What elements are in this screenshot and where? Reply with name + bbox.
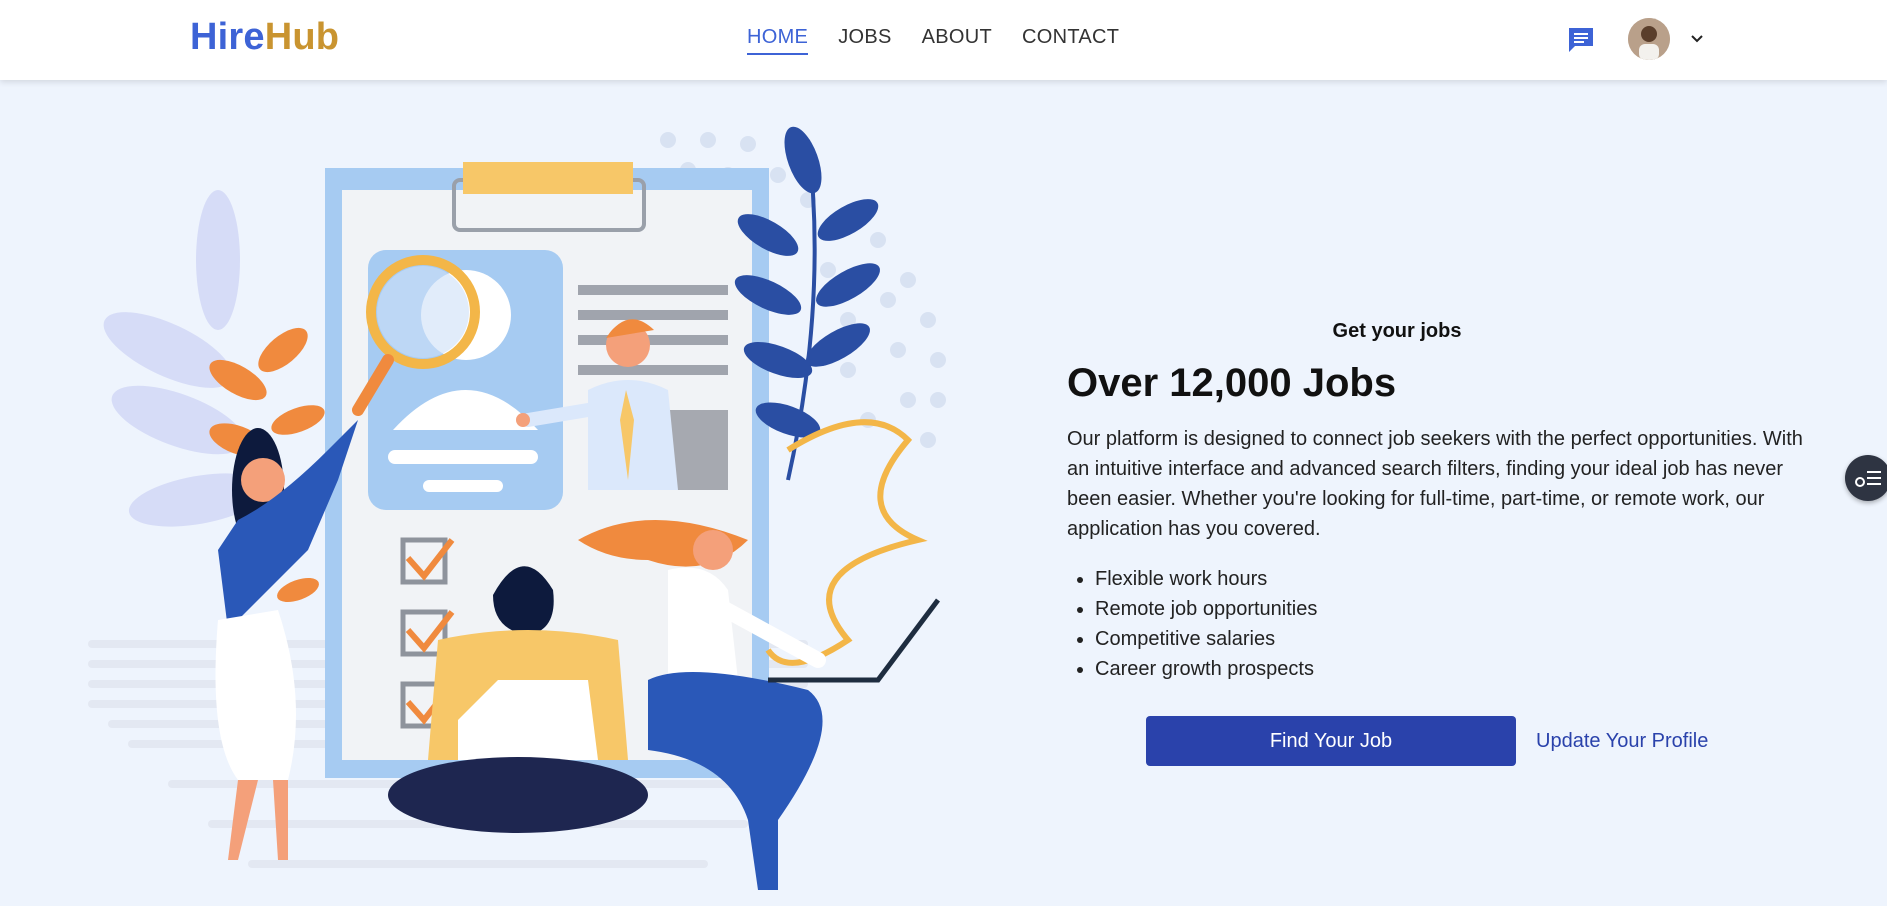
brand-logo[interactable]: HireHub	[190, 16, 339, 59]
feature-item: Flexible work hours	[1095, 564, 1807, 594]
feature-item: Competitive salaries	[1095, 624, 1807, 654]
nav-jobs[interactable]: JOBS	[838, 26, 891, 55]
brand-name-part1: Hire	[190, 16, 265, 58]
cta-row: Find Your Job Update Your Profile	[1146, 716, 1708, 766]
chat-icon[interactable]	[1565, 24, 1597, 56]
hero-illustration	[88, 126, 946, 890]
brand-name-part2: Hub	[264, 16, 340, 58]
feature-item: Remote job opportunities	[1095, 594, 1807, 624]
nav-home[interactable]: HOME	[747, 26, 809, 55]
feature-item: Career growth prospects	[1095, 654, 1807, 684]
settings-list-icon	[1855, 471, 1881, 487]
hero-description: Our platform is designed to connect job …	[1067, 428, 1803, 540]
avatar[interactable]	[1628, 18, 1670, 60]
chevron-down-icon[interactable]	[1688, 30, 1706, 48]
nav-contact[interactable]: CONTACT	[1022, 26, 1119, 55]
floating-menu-button[interactable]	[1845, 455, 1887, 501]
update-profile-link[interactable]: Update Your Profile	[1536, 730, 1708, 753]
avatar-image	[1628, 18, 1670, 60]
top-navbar: HireHub HOME JOBS ABOUT CONTACT	[0, 0, 1887, 80]
hero-eyebrow: Get your jobs	[1332, 320, 1462, 342]
hero-content: Get your jobs Over 12,000 Jobs Our platf…	[1067, 320, 1807, 766]
nav-about[interactable]: ABOUT	[922, 26, 992, 55]
hero-headline: Over 12,000 Jobs	[1067, 361, 1397, 405]
feature-list: Flexible work hours Remote job opportuni…	[1067, 564, 1807, 684]
find-job-button[interactable]: Find Your Job	[1146, 716, 1516, 766]
main-nav: HOME JOBS ABOUT CONTACT	[747, 26, 1149, 55]
